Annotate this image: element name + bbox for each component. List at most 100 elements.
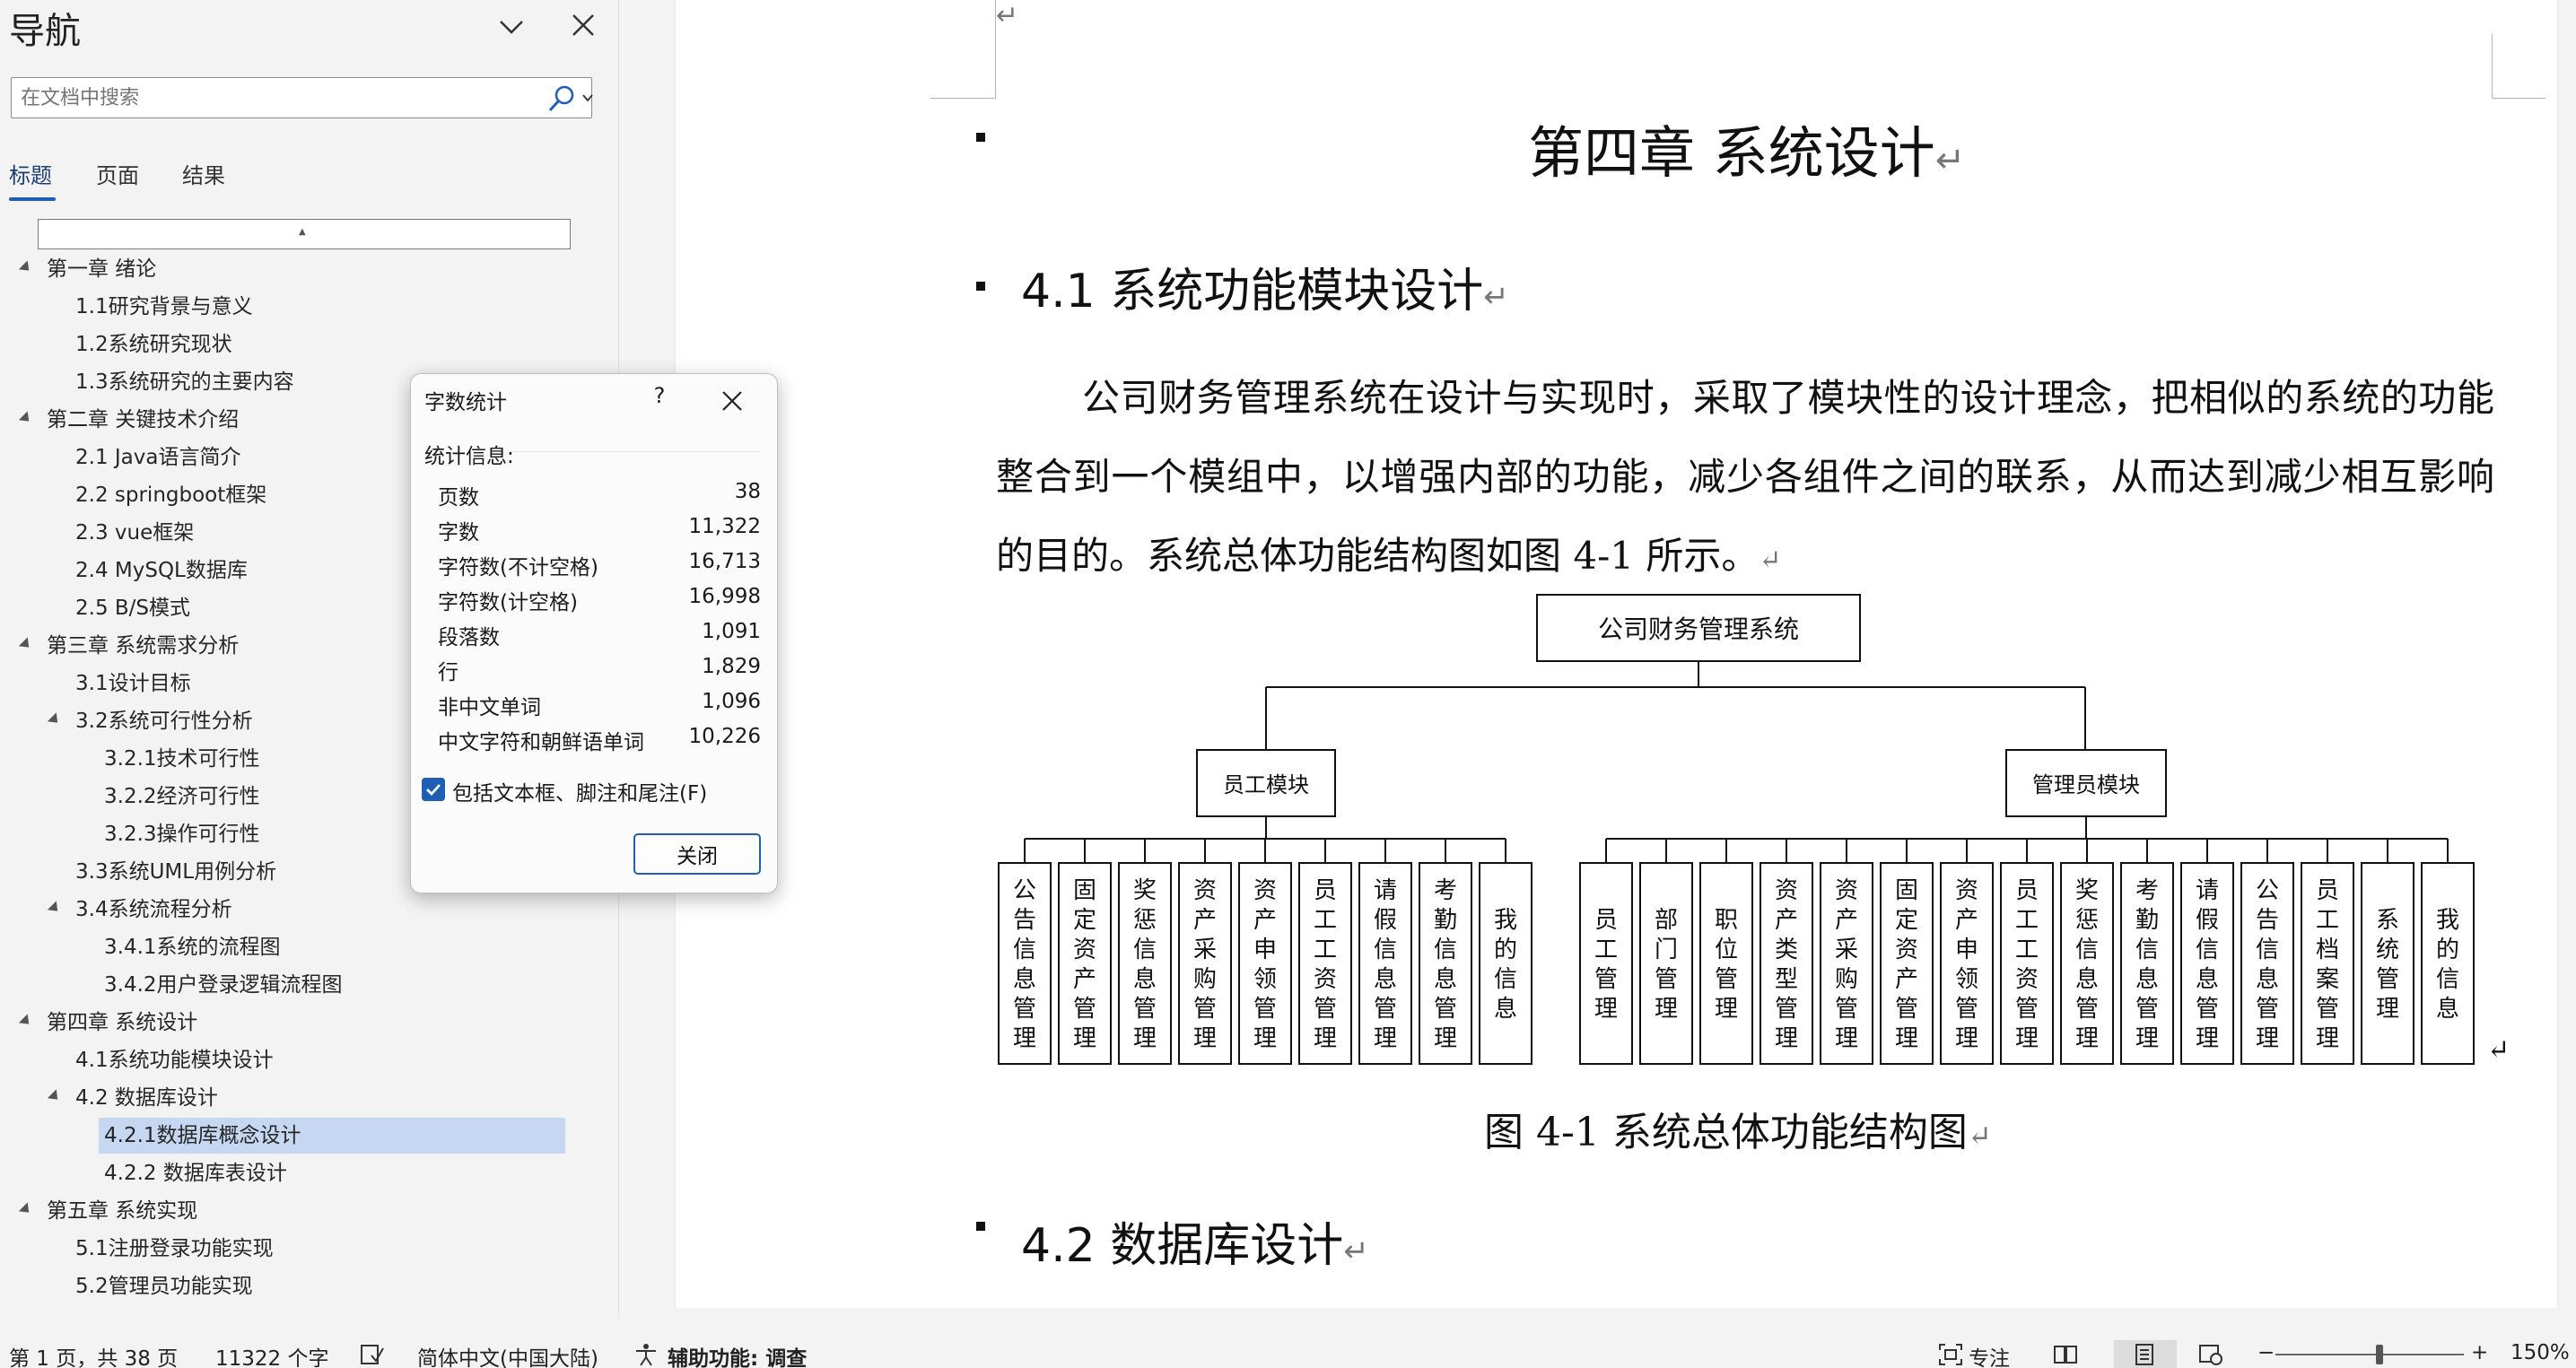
close-icon[interactable] [716,385,748,417]
expand-toggle-icon[interactable] [18,637,34,652]
chevron-down-icon[interactable] [493,9,529,45]
figure-caption[interactable]: 图 4-1 系统总体功能结构图↵ [1484,1100,1992,1157]
nav-tree-item[interactable]: 2.4 MySQL数据库 [75,553,248,588]
nav-tree-item-label: 1.2系统研究现状 [75,333,232,356]
expand-toggle-icon[interactable] [18,1014,34,1029]
admin-leaf-char: 告 [2256,907,2279,934]
nav-tree-item[interactable]: 1.1研究背景与意义 [75,289,253,325]
page-count[interactable]: 第 1 页，共 38 页 [9,1341,178,1368]
function-structure-diagram: 公司财务管理系统员工模块 管理员模块公告信息管理固定资产管理奖惩信息管理资产采购管… [998,594,2510,1066]
nav-tree-item-label: 2.1 Java语言简介 [75,446,241,469]
nav-tree-item[interactable]: 5.1注册登录功能实现 [75,1231,274,1267]
nav-tree-item[interactable]: 2.3 vue框架 [75,515,194,551]
nav-tree-item-label: 第三章 系统需求分析 [47,634,240,658]
search-options-caret-icon[interactable] [581,91,595,105]
zoom-level[interactable]: 150% [2511,1341,2570,1364]
nav-tree-item[interactable]: 4.1系统功能模块设计 [75,1042,274,1078]
admin-leaf-char: 工 [2015,937,2039,963]
nav-scroll-up-button[interactable]: ▲ [38,219,571,249]
zoom-slider-track[interactable] [2275,1354,2464,1355]
nav-tree-item[interactable]: 3.3系统UML用例分析 [75,854,276,890]
stat-row: 字符数(不计空格) 16,713 [438,550,761,582]
expand-toggle-icon[interactable] [47,1089,63,1104]
nav-tree-item[interactable]: 3.4.1系统的流程图 [104,929,281,965]
body-paragraph[interactable]: 公司财务管理系统在设计与实现时，采取了模块性的设计理念，把相似的系统的功能整合到… [996,359,2494,600]
nav-tree-item-label: 2.5 B/S模式 [75,597,191,620]
statistics-label: 统计信息: [424,445,514,468]
scroll-up-arrow-icon: ▲ [299,227,306,237]
nav-tree-item[interactable]: 2.2 springboot框架 [75,477,266,513]
expand-toggle-icon[interactable] [18,260,34,275]
nav-tree-item[interactable]: 第一章 绪论 [47,251,156,287]
employee-leaf-char: 息 [1374,966,1397,993]
close-button[interactable]: 关闭 [633,833,761,875]
expand-toggle-icon[interactable] [18,1202,34,1217]
stat-value: 11,322 [688,515,761,538]
print-layout-icon[interactable] [2132,1343,2157,1366]
web-layout-icon[interactable] [2198,1343,2223,1366]
tab-headings[interactable]: 标题 [9,158,52,189]
nav-tree-item[interactable]: 3.1设计目标 [75,666,191,701]
admin-leaf-char: 管 [2316,996,2339,1023]
focus-mode[interactable]: 专注 [1969,1341,2010,1368]
read-mode-icon[interactable] [2053,1343,2078,1366]
nav-tree-item-label: 4.2 数据库设计 [75,1086,218,1110]
chapter-title[interactable]: 第四章 系统设计↵ [1528,108,1965,188]
nav-tree-item[interactable]: 3.2系统可行性分析 [75,703,253,739]
nav-tree-item-label: 1.1研究背景与意义 [75,295,253,318]
nav-tree-item[interactable]: 第五章 系统实现 [47,1193,197,1229]
include-textbox-label: 包括文本框、脚注和尾注(F) [452,782,708,806]
nav-tree-item[interactable]: 第三章 系统需求分析 [47,628,239,664]
employee-leaf-char: 理 [1193,1025,1217,1052]
employee-module-label: 员工模块 [1223,772,1309,797]
nav-tree-item[interactable]: 5.2管理员功能实现 [75,1268,253,1304]
employee-leaf-char: 管 [1013,996,1036,1023]
nav-tree-item[interactable]: 1.2系统研究现状 [75,327,232,362]
paragraph-mark: ↵ [996,0,1019,31]
word-count[interactable]: 11322 个字 [215,1341,328,1368]
accessibility-status[interactable]: 辅助功能: 调查 [668,1341,807,1368]
paragraph-mark: ↵ [1343,1233,1369,1269]
nav-tree-item[interactable]: 3.4系统流程分析 [75,892,232,928]
language-indicator[interactable]: 简体中文(中国大陆) [417,1341,598,1368]
tab-pages[interactable]: 页面 [96,158,139,189]
paragraph-mark: ↵ [1483,279,1509,315]
nav-tree-item[interactable]: 2.1 Java语言简介 [75,440,240,475]
search-input[interactable] [12,78,532,118]
nav-tree-item[interactable]: 3.2.2经济可行性 [104,779,260,815]
zoom-slider-thumb[interactable] [2376,1345,2383,1364]
proofing-icon[interactable] [359,1343,384,1366]
nav-tree-item[interactable]: 第二章 关键技术介绍 [47,402,239,438]
paragraph-mark: ↵ [1967,1119,1992,1153]
search-icon[interactable] [546,83,577,114]
heading-4-1[interactable]: 4.1 系统功能模块设计↵ [1021,253,1509,320]
help-button[interactable]: ? [646,383,673,414]
admin-leaf-char: 型 [1775,966,1798,993]
expand-toggle-icon[interactable] [18,411,34,426]
nav-tree-item[interactable]: 3.2.1技术可行性 [104,741,260,777]
heading-4-2[interactable]: 4.2 数据库设计↵ [1021,1207,1369,1275]
accessibility-icon[interactable] [633,1343,659,1366]
nav-tree-item[interactable]: 3.4.2用户登录逻辑流程图 [104,967,343,1003]
nav-tree-item[interactable]: 第四章 系统设计 [47,1005,197,1041]
nav-tree-item[interactable]: 4.2.1数据库概念设计 [99,1118,565,1154]
admin-leaf-char: 产 [1895,966,1918,993]
focus-icon[interactable] [1938,1343,1963,1366]
include-textbox-checkbox[interactable] [422,778,445,801]
admin-leaf-char: 定 [1895,907,1918,934]
nav-tree-item[interactable]: 3.2.3操作可行性 [104,816,260,852]
vertical-scrollbar[interactable] [2558,0,2576,1319]
nav-tree-item[interactable]: 4.2.2 数据库表设计 [104,1155,287,1191]
stat-row: 行 1,829 [438,655,761,687]
employee-leaf-char: 资 [1314,966,1337,993]
zoom-in-button[interactable]: + [2471,1341,2488,1364]
nav-tree-item[interactable]: 4.2 数据库设计 [75,1080,218,1116]
nav-tree-item[interactable]: 1.3系统研究的主要内容 [75,364,294,400]
nav-tree-item[interactable]: 2.5 B/S模式 [75,590,190,626]
zoom-out-button[interactable]: − [2257,1341,2275,1364]
expand-toggle-icon[interactable] [47,901,63,916]
employee-leaf-char: 惩 [1133,907,1157,934]
expand-toggle-icon[interactable] [47,712,63,728]
close-icon[interactable] [565,7,601,43]
tab-results[interactable]: 结果 [182,158,225,189]
